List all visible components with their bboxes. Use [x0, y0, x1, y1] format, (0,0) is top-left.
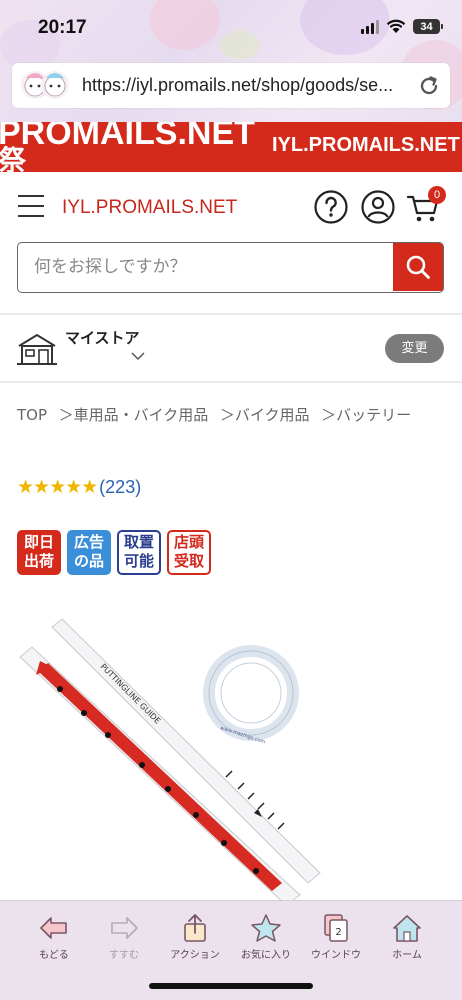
tag-same-day-shipping: 即日 出荷 — [17, 530, 61, 575]
action-button[interactable]: アクション — [165, 913, 225, 961]
wifi-icon — [386, 19, 406, 33]
search-button[interactable] — [393, 243, 443, 291]
home-icon — [393, 915, 421, 942]
menu-icon[interactable] — [18, 195, 44, 217]
forward-arrow-icon — [111, 917, 138, 939]
browser-top-area: 20:17 34 https://iyl.promails.net/shop/g… — [0, 0, 462, 122]
guide-label: PUTTINGLINE GUIDE — [99, 662, 163, 726]
product-image[interactable]: PUTTINGLINE GUIDE www.mazingo.com — [0, 605, 462, 905]
account-icon[interactable] — [360, 189, 396, 225]
search-box — [17, 242, 444, 293]
home-label: ホーム — [392, 950, 422, 961]
chevron-down-icon[interactable] — [131, 351, 145, 361]
rating-stars: ★★★★★ — [17, 476, 98, 498]
star-icon — [251, 914, 281, 942]
action-label: アクション — [170, 950, 220, 961]
favorites-label: お気に入り — [241, 950, 291, 961]
tag-reservation-available: 取置 可能 — [117, 530, 161, 575]
status-icons: 34 — [361, 19, 443, 34]
signal-icon — [361, 19, 379, 34]
back-button[interactable]: もどる — [24, 913, 84, 961]
product-tags: 即日 出荷 広告 の品 取置 可能 店頭 受取 — [17, 530, 211, 575]
tag-store-pickup: 店頭 受取 — [167, 530, 211, 575]
banner-title: PROMAILS.NET 祭 — [0, 122, 255, 172]
status-bar: 20:17 34 — [0, 0, 462, 56]
windows-button[interactable]: 2 ウインドウ — [306, 913, 366, 961]
mystore-label: マイストア — [65, 329, 140, 347]
help-icon[interactable] — [313, 189, 349, 225]
url-text[interactable]: https://iyl.promails.net/shop/goods/se..… — [82, 75, 402, 96]
tag-advertised-item: 広告 の品 — [67, 530, 111, 575]
product-rating[interactable]: ★★★★★ (223) — [17, 476, 141, 498]
breadcrumb-item[interactable]: ＞バッテリー — [321, 406, 411, 424]
forward-label: すすむ — [109, 950, 139, 961]
divider — [0, 381, 462, 383]
promo-banner[interactable]: PROMAILS.NET 祭 IYL.PROMAILS.NET — [0, 122, 462, 172]
breadcrumb-item[interactable]: TOP — [17, 406, 47, 424]
home-button[interactable]: ホーム — [377, 913, 437, 961]
windows-icon: 2 — [324, 914, 348, 942]
banner-subtitle: IYL.PROMAILS.NET — [272, 134, 460, 156]
breadcrumb-item[interactable]: ＞バイク用品 — [220, 406, 310, 424]
site-header: IYL.PROMAILS.NET — [0, 172, 462, 244]
windows-count: 2 — [335, 927, 341, 938]
cart-count-badge: 0 — [428, 186, 446, 204]
review-count-link[interactable]: (223) — [99, 477, 141, 498]
home-indicator[interactable] — [149, 983, 313, 989]
site-logo[interactable]: IYL.PROMAILS.NET — [62, 197, 237, 219]
windows-label: ウインドウ — [311, 950, 361, 961]
back-label: もどる — [39, 950, 69, 961]
search-input[interactable] — [18, 243, 393, 291]
change-store-button[interactable]: 変更 — [385, 334, 444, 363]
favorites-button[interactable]: お気に入り — [236, 913, 296, 961]
breadcrumb-item[interactable]: ＞車用品・バイク用品 — [59, 406, 209, 424]
back-arrow-icon — [40, 917, 67, 939]
site-favicon-icon — [21, 71, 69, 99]
battery-icon: 34 — [413, 19, 443, 34]
search-icon — [406, 255, 430, 279]
mystore-row[interactable]: マイストア 変更 — [0, 315, 462, 381]
putting-ring: www.mazingo.com — [203, 645, 299, 745]
store-icon — [17, 333, 57, 365]
reload-icon[interactable] — [416, 73, 442, 99]
share-icon — [184, 914, 206, 942]
status-time: 20:17 — [38, 17, 87, 38]
url-bar[interactable]: https://iyl.promails.net/shop/goods/se..… — [12, 63, 450, 108]
forward-button[interactable]: すすむ — [94, 913, 154, 961]
breadcrumb: TOP ＞車用品・バイク用品 ＞バイク用品 ＞バッテリー — [17, 402, 447, 428]
